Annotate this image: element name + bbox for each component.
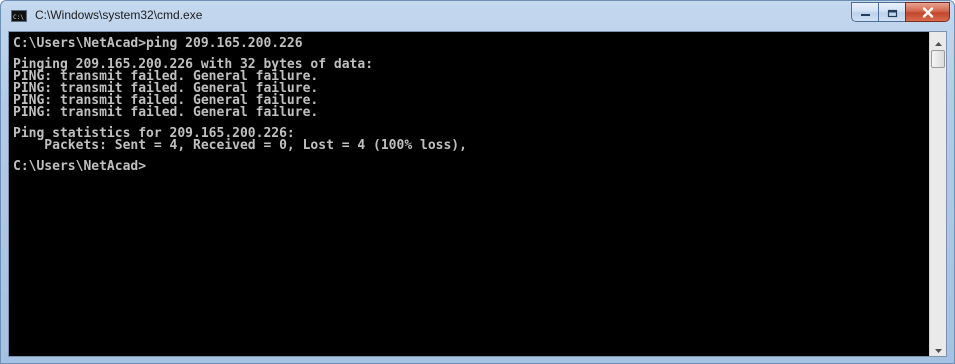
title-bar[interactable]: C:\ C:\Windows\system32\cmd.exe: [1, 1, 954, 31]
cmd-window: C:\ C:\Windows\system32\cmd.exe C:\Users…: [0, 0, 955, 364]
console-line: Packets: Sent = 4, Received = 0, Lost = …: [13, 138, 467, 153]
cmd-console-icon[interactable]: C:\: [11, 10, 27, 22]
close-button[interactable]: [905, 2, 950, 22]
console-area[interactable]: C:\Users\NetAcad>ping 209.165.200.226 Pi…: [8, 31, 947, 357]
scroll-up-button[interactable]: [930, 32, 946, 49]
maximize-icon: [887, 3, 898, 22]
svg-text:C:\: C:\: [13, 14, 24, 21]
console-line: C:\Users\NetAcad>ping 209.165.200.226: [13, 36, 303, 51]
scroll-down-arrow-icon: [934, 338, 942, 357]
scroll-thumb[interactable]: [931, 50, 945, 68]
scroll-down-button[interactable]: [930, 339, 946, 356]
console-line: PING: transmit failed. General failure.: [13, 105, 319, 120]
minimize-button[interactable]: [851, 2, 878, 22]
maximize-button[interactable]: [878, 2, 905, 22]
close-icon: [922, 3, 934, 22]
console-output[interactable]: C:\Users\NetAcad>ping 209.165.200.226 Pi…: [9, 32, 929, 356]
console-line: C:\Users\NetAcad>: [13, 159, 147, 174]
caption-buttons: [851, 2, 950, 22]
scroll-up-arrow-icon: [934, 31, 942, 50]
minimize-icon: [860, 3, 871, 22]
vertical-scrollbar[interactable]: [929, 32, 946, 356]
window-title: C:\Windows\system32\cmd.exe: [35, 8, 203, 22]
